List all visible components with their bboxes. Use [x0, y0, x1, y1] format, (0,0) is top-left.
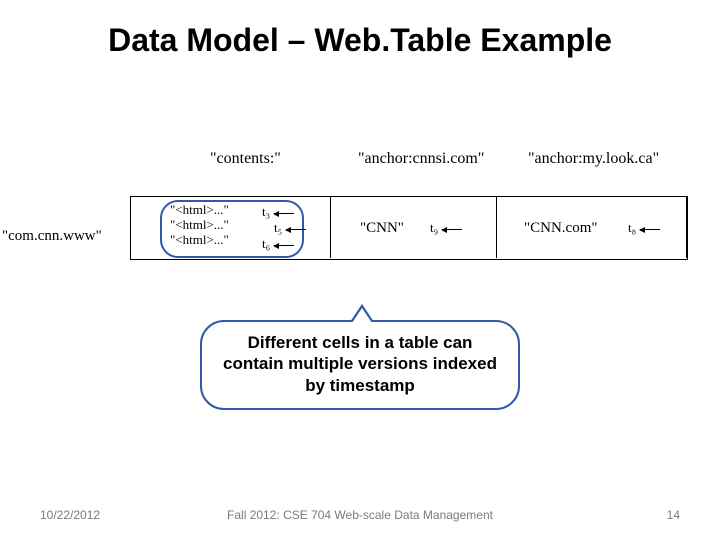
anchor-mylook-value: "CNN.com": [524, 220, 598, 237]
contents-version-line: "<html>...": [170, 217, 229, 232]
table-divider: [330, 196, 331, 258]
webtable-diagram: "contents:" "anchor:cnnsi.com" "anchor:m…: [30, 150, 690, 290]
column-label-contents: "contents:": [210, 150, 281, 168]
contents-version-line: "<html>...": [170, 202, 229, 217]
timestamp-t8: t₈: [628, 220, 660, 236]
contents-cell-versions: "<html>..." "<html>..." "<html>...": [170, 202, 229, 247]
row-key: "com.cnn.www": [2, 228, 102, 245]
table-divider: [686, 196, 687, 258]
callout-bubble: Different cells in a table can contain m…: [200, 320, 520, 410]
slide-title: Data Model – Web.Table Example: [0, 22, 720, 59]
timestamp-t3: t₃: [262, 204, 294, 220]
timestamp-t6: t₆: [262, 236, 294, 252]
table-divider: [130, 196, 131, 258]
slide: Data Model – Web.Table Example "contents…: [0, 0, 720, 540]
footer-page-number: 14: [667, 508, 680, 522]
column-label-anchor-cnnsi: "anchor:cnnsi.com": [358, 150, 484, 168]
timestamp-t5: t₅: [274, 220, 306, 236]
table-divider: [496, 196, 497, 258]
contents-version-line: "<html>...": [170, 232, 229, 247]
anchor-cnnsi-value: "CNN": [360, 220, 404, 237]
column-label-anchor-mylook: "anchor:my.look.ca": [528, 150, 659, 168]
footer-course: Fall 2012: CSE 704 Web-scale Data Manage…: [0, 508, 720, 522]
timestamp-t9: t₉: [430, 220, 462, 236]
